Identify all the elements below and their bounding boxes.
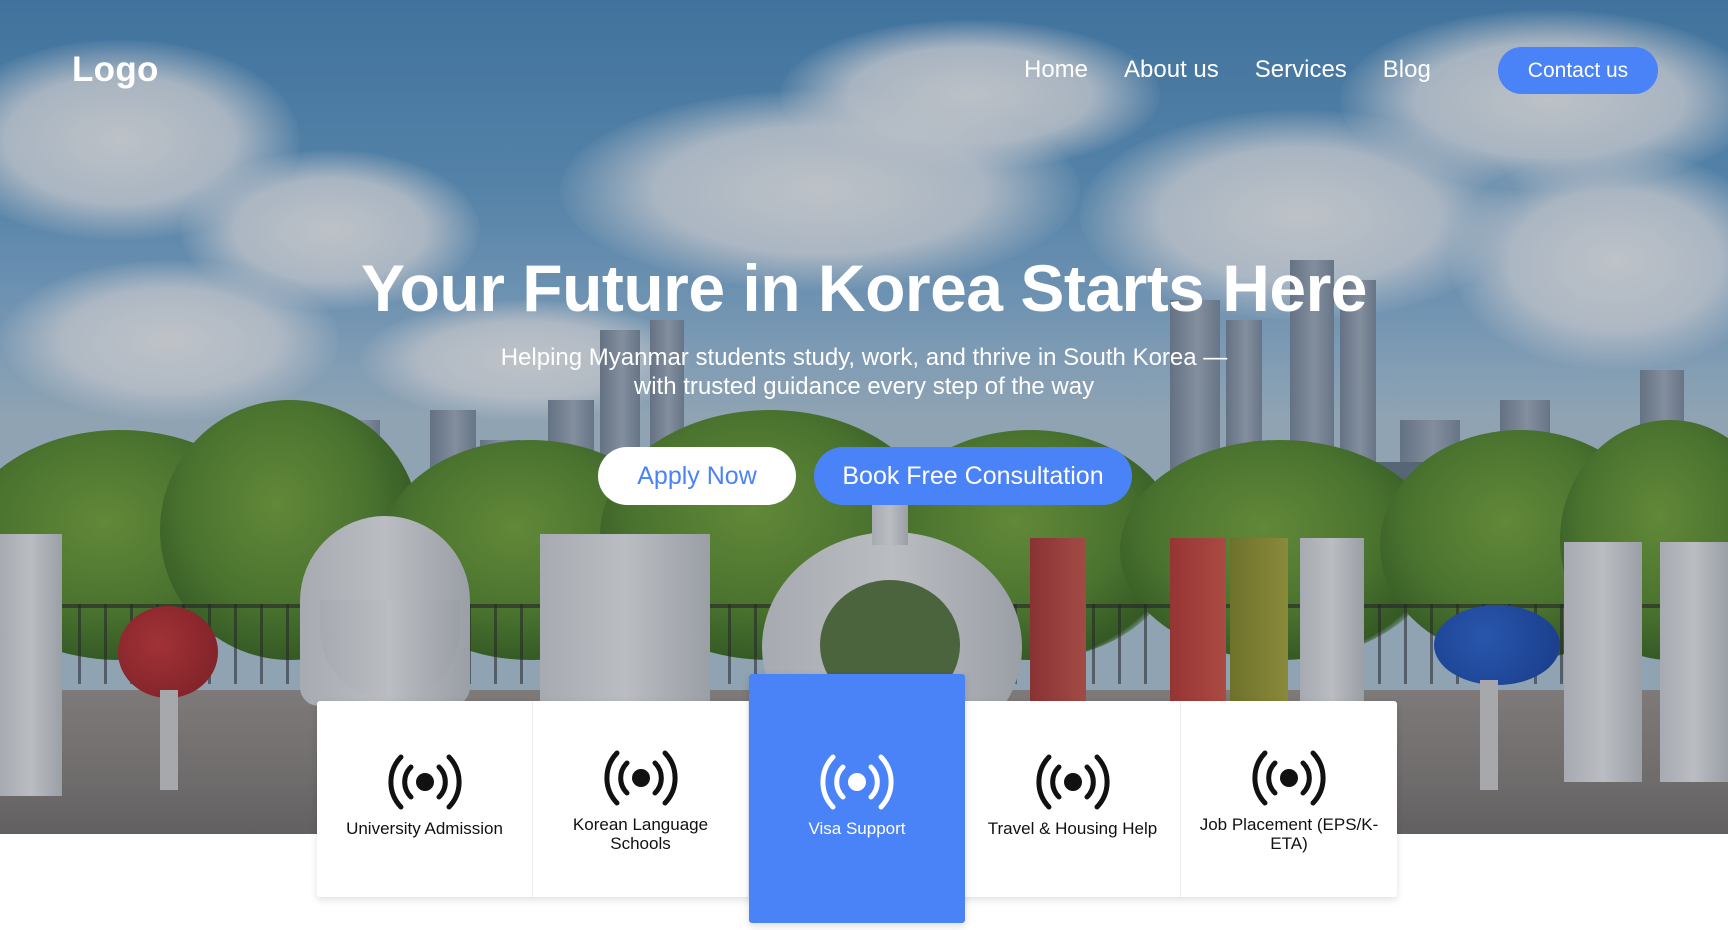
- broadcast-icon: [387, 754, 462, 810]
- logo[interactable]: Logo: [72, 50, 159, 90]
- contact-us-button[interactable]: Contact us: [1498, 47, 1658, 94]
- service-card-label: Travel & Housing Help: [987, 819, 1158, 838]
- broadcast-icon: [1252, 750, 1326, 806]
- top-nav: Logo Home About us Services Blog Contact…: [0, 0, 1728, 140]
- nav-link-home[interactable]: Home: [1024, 56, 1088, 84]
- broadcast-icon: [820, 754, 894, 810]
- service-cards: University Admission Korean Language Sch…: [317, 674, 1397, 923]
- nav-links: Home About us Services Blog: [1024, 56, 1467, 84]
- service-card-university-admission[interactable]: University Admission: [317, 701, 533, 897]
- service-card-korean-language-schools[interactable]: Korean Language Schools: [533, 701, 749, 897]
- service-card-label: Korean Language Schools: [572, 815, 709, 853]
- nav-link-services[interactable]: Services: [1255, 56, 1347, 84]
- hero-subtitle-line-1: Helping Myanmar students study, work, an…: [500, 344, 1228, 371]
- nav-link-blog[interactable]: Blog: [1383, 56, 1431, 84]
- service-card-label: University Admission: [346, 819, 503, 838]
- hero-subtitle: Helping Myanmar students study, work, an…: [464, 343, 1264, 401]
- service-card-travel-housing-help[interactable]: Travel & Housing Help: [965, 701, 1181, 897]
- apply-now-button[interactable]: Apply Now: [598, 447, 796, 505]
- nav-link-about-us[interactable]: About us: [1124, 56, 1219, 84]
- broadcast-icon: [603, 750, 678, 806]
- service-card-job-placement[interactable]: Job Placement (EPS/K-ETA): [1181, 701, 1397, 897]
- service-card-label: Visa Support: [808, 819, 906, 838]
- hero-subtitle-line-2: with trusted guidance every step of the …: [633, 373, 1095, 400]
- service-card-label: Job Placement (EPS/K-ETA): [1199, 815, 1379, 853]
- book-consultation-button[interactable]: Book Free Consultation: [814, 447, 1132, 505]
- service-card-visa-support[interactable]: Visa Support: [749, 674, 965, 923]
- hero-title: Your Future in Korea Starts Here: [360, 251, 1368, 325]
- broadcast-icon: [1035, 754, 1110, 810]
